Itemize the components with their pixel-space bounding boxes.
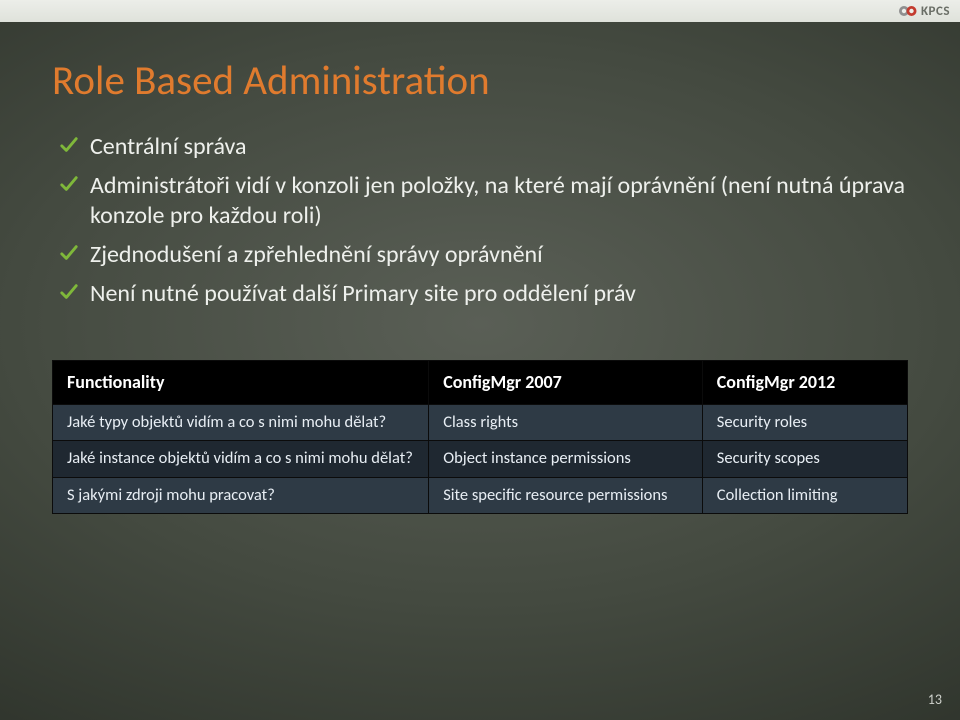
table-row: Jaké instance objektů vidím a co s nimi … bbox=[53, 441, 908, 478]
page-number: 13 bbox=[928, 691, 942, 708]
list-item: Administrátoři vidí v konzoli jen položk… bbox=[60, 171, 908, 232]
header-bar: KPCS bbox=[0, 0, 960, 22]
table-cell: Jaké typy objektů vidím a co s nimi mohu… bbox=[53, 404, 429, 441]
check-icon bbox=[60, 244, 78, 262]
table-header-cell: ConfigMgr 2007 bbox=[429, 360, 703, 404]
bullet-list: Centrální správa Administrátoři vidí v k… bbox=[52, 132, 908, 310]
table-cell: Collection limiting bbox=[702, 477, 907, 514]
table-row: S jakými zdroji mohu pracovat? Site spec… bbox=[53, 477, 908, 514]
table-cell: Security roles bbox=[702, 404, 907, 441]
list-item: Centrální správa bbox=[60, 132, 908, 163]
table-header-cell: Functionality bbox=[53, 360, 429, 404]
check-icon bbox=[60, 283, 78, 301]
brand-logo-icon bbox=[899, 4, 917, 18]
table-cell: Object instance permissions bbox=[429, 441, 703, 478]
table-header-cell: ConfigMgr 2012 bbox=[702, 360, 907, 404]
check-icon bbox=[60, 136, 78, 154]
list-item: Není nutné používat další Primary site p… bbox=[60, 279, 908, 310]
brand-name: KPCS bbox=[921, 4, 950, 19]
table-cell: Jaké instance objektů vidím a co s nimi … bbox=[53, 441, 429, 478]
table-cell: Class rights bbox=[429, 404, 703, 441]
list-item-text: Zjednodušení a zpřehlednění správy opráv… bbox=[90, 240, 543, 269]
slide-body: Role Based Administration Centrální sprá… bbox=[0, 22, 960, 720]
slide-title: Role Based Administration bbox=[52, 56, 908, 106]
table-cell: Site specific resource permissions bbox=[429, 477, 703, 514]
list-item-text: Administrátoři vidí v konzoli jen položk… bbox=[90, 171, 905, 231]
table-cell: Security scopes bbox=[702, 441, 907, 478]
list-item-text: Není nutné používat další Primary site p… bbox=[90, 279, 636, 308]
table-header-row: Functionality ConfigMgr 2007 ConfigMgr 2… bbox=[53, 360, 908, 404]
list-item-text: Centrální správa bbox=[90, 132, 247, 161]
table-row: Jaké typy objektů vidím a co s nimi mohu… bbox=[53, 404, 908, 441]
list-item: Zjednodušení a zpřehlednění správy opráv… bbox=[60, 240, 908, 271]
check-icon bbox=[60, 175, 78, 193]
table-cell: S jakými zdroji mohu pracovat? bbox=[53, 477, 429, 514]
comparison-table: Functionality ConfigMgr 2007 ConfigMgr 2… bbox=[52, 360, 908, 515]
